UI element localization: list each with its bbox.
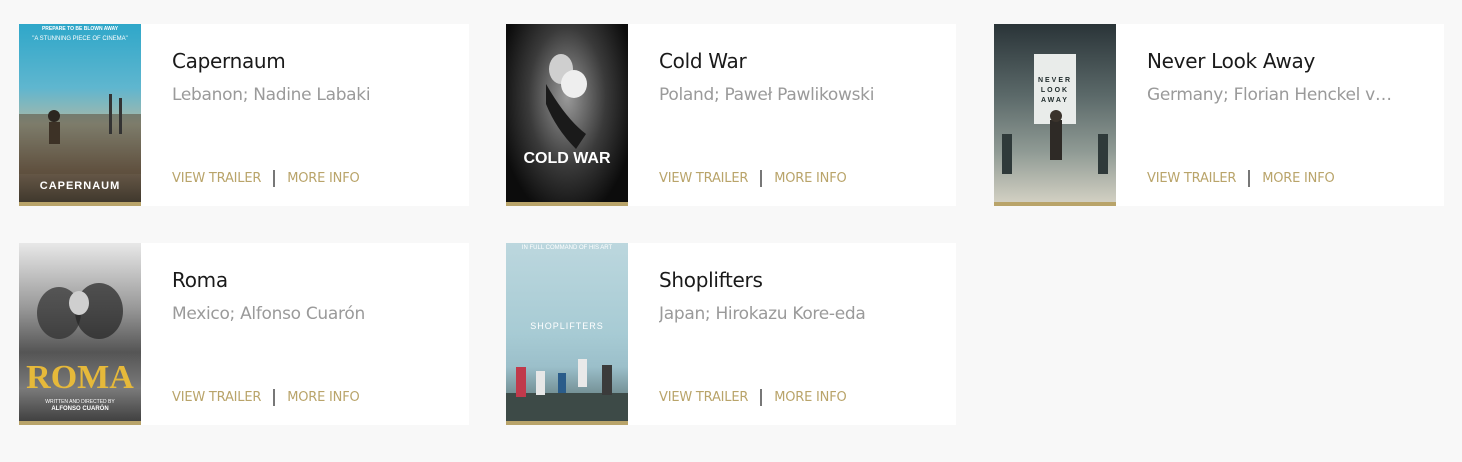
film-info: Roma Mexico; Alfonso Cuarón VIEW TRAILER… bbox=[141, 243, 469, 425]
divider bbox=[760, 170, 763, 187]
film-card-shoplifters: In full command of his art SHOPLIFTERS S… bbox=[506, 243, 956, 425]
film-info: Capernaum Lebanon; Nadine Labaki VIEW TR… bbox=[141, 24, 469, 206]
divider bbox=[760, 389, 763, 406]
film-info: Shoplifters Japan; Hirokazu Kore-eda VIE… bbox=[628, 243, 956, 425]
film-card-never-look-away: NEVER LOOK AWAY Never Look Away Germany;… bbox=[994, 24, 1444, 206]
poster-never-look-away[interactable]: NEVER LOOK AWAY bbox=[994, 24, 1116, 206]
divider bbox=[273, 389, 276, 406]
poster-credit: Written and directed by bbox=[45, 399, 115, 405]
film-country-director: Germany; Florian Henckel von... bbox=[1147, 85, 1399, 105]
poster-art bbox=[37, 283, 123, 339]
film-actions: VIEW TRAILER MORE INFO bbox=[659, 389, 847, 406]
poster-title-cold-war: COLD WAR bbox=[523, 150, 611, 167]
poster-art bbox=[506, 359, 628, 425]
view-trailer-link[interactable]: VIEW TRAILER bbox=[659, 390, 748, 405]
more-info-link[interactable]: MORE INFO bbox=[1262, 171, 1334, 186]
poster-director: ALFONSO CUARÓN bbox=[51, 406, 109, 412]
more-info-link[interactable]: MORE INFO bbox=[287, 171, 359, 186]
film-actions: VIEW TRAILER MORE INFO bbox=[172, 170, 360, 187]
film-info: Cold War Poland; Paweł Pawlikowski VIEW … bbox=[628, 24, 956, 206]
poster-title-capernaum: CAPERNAUM bbox=[39, 180, 121, 192]
divider bbox=[1248, 170, 1251, 187]
film-title[interactable]: Never Look Away bbox=[1147, 48, 1444, 74]
view-trailer-link[interactable]: VIEW TRAILER bbox=[659, 171, 748, 186]
film-actions: VIEW TRAILER MORE INFO bbox=[659, 170, 847, 187]
poster-art bbox=[1002, 54, 1108, 174]
film-grid: Prepare to be blown away "A stunning pie… bbox=[0, 0, 1462, 462]
poster-shoplifters[interactable]: In full command of his art SHOPLIFTERS bbox=[506, 243, 628, 425]
film-country-director: Japan; Hirokazu Kore-eda bbox=[659, 304, 866, 324]
poster-cold-war[interactable]: COLD WAR bbox=[506, 24, 628, 206]
film-card-capernaum: Prepare to be blown away "A stunning pie… bbox=[19, 24, 469, 206]
film-title[interactable]: Capernaum bbox=[172, 48, 469, 74]
poster-title-roma: ROMA bbox=[26, 359, 134, 396]
film-title[interactable]: Shoplifters bbox=[659, 267, 956, 293]
film-card-roma: ROMA Written and directed by ALFONSO CUA… bbox=[19, 243, 469, 425]
film-title[interactable]: Roma bbox=[172, 267, 469, 293]
film-country-director: Mexico; Alfonso Cuarón bbox=[172, 304, 365, 324]
more-info-link[interactable]: MORE INFO bbox=[287, 390, 359, 405]
view-trailer-link[interactable]: VIEW TRAILER bbox=[172, 390, 261, 405]
film-actions: VIEW TRAILER MORE INFO bbox=[1147, 170, 1335, 187]
more-info-link[interactable]: MORE INFO bbox=[774, 390, 846, 405]
film-card-cold-war: COLD WAR Cold War Poland; Paweł Pawlikow… bbox=[506, 24, 956, 206]
film-country-director: Lebanon; Nadine Labaki bbox=[172, 85, 371, 105]
poster-title-shoplifters: SHOPLIFTERS bbox=[530, 321, 604, 331]
divider bbox=[273, 170, 276, 187]
film-country-director: Poland; Paweł Pawlikowski bbox=[659, 85, 875, 105]
view-trailer-link[interactable]: VIEW TRAILER bbox=[172, 171, 261, 186]
poster-title-never-look-away: NEVER LOOK AWAY bbox=[1037, 77, 1073, 104]
poster-art bbox=[19, 94, 141, 174]
poster-art bbox=[546, 54, 587, 149]
film-title[interactable]: Cold War bbox=[659, 48, 956, 74]
view-trailer-link[interactable]: VIEW TRAILER bbox=[1147, 171, 1236, 186]
poster-roma[interactable]: ROMA Written and directed by ALFONSO CUA… bbox=[19, 243, 141, 425]
poster-capernaum[interactable]: Prepare to be blown away "A stunning pie… bbox=[19, 24, 141, 206]
film-info: Never Look Away Germany; Florian Henckel… bbox=[1116, 24, 1444, 206]
more-info-link[interactable]: MORE INFO bbox=[774, 171, 846, 186]
film-actions: VIEW TRAILER MORE INFO bbox=[172, 389, 360, 406]
